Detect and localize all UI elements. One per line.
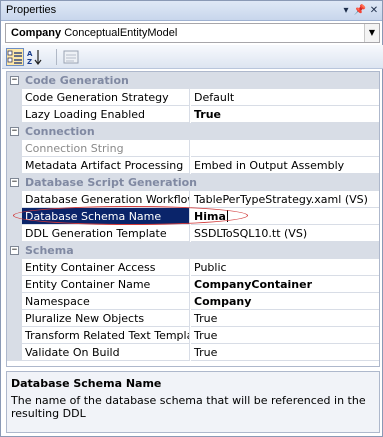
property-name[interactable]: Connection String xyxy=(22,140,190,157)
collapse-icon[interactable]: − xyxy=(10,127,19,136)
property-name[interactable]: Namespace xyxy=(22,293,190,310)
property-row[interactable]: Connection String xyxy=(7,140,379,157)
row-margin xyxy=(7,140,22,157)
property-value-text: Company xyxy=(194,295,252,308)
property-row[interactable]: Metadata Artifact Processing Embed in Out… xyxy=(7,157,379,174)
row-margin xyxy=(7,259,22,276)
property-value-text: True xyxy=(194,329,218,342)
category-row[interactable]: − Schema xyxy=(7,242,379,259)
collapse-icon[interactable]: − xyxy=(10,178,19,187)
toolbar-separator xyxy=(56,49,57,65)
description-title: Database Schema Name xyxy=(11,377,162,390)
row-margin xyxy=(7,293,22,310)
property-value-text: True xyxy=(194,346,218,359)
row-margin xyxy=(7,310,22,327)
row-margin xyxy=(7,344,22,361)
row-margin xyxy=(7,327,22,344)
category-name: Code Generation xyxy=(25,74,129,87)
svg-text:Z: Z xyxy=(27,58,32,66)
category-row[interactable]: − Code Generation xyxy=(7,72,379,89)
property-value[interactable]: True xyxy=(191,106,379,123)
row-margin xyxy=(7,225,22,242)
property-value-text: Hima xyxy=(194,210,226,223)
property-value[interactable]: CompanyContainer xyxy=(191,276,379,293)
property-value[interactable]: Public xyxy=(191,259,379,276)
selected-object-name: Company xyxy=(11,27,62,39)
property-name[interactable]: Lazy Loading Enabled xyxy=(22,106,190,123)
collapse-icon[interactable]: − xyxy=(10,246,19,255)
category-name: Connection xyxy=(25,125,95,138)
property-row[interactable]: Pluralize New Objects True xyxy=(7,310,379,327)
property-value-text: True xyxy=(194,108,222,121)
object-selector[interactable]: Company ConceptualEntityModel ▼ xyxy=(5,23,380,43)
property-value[interactable]: Company xyxy=(191,293,379,310)
property-value[interactable]: TablePerTypeStrategy.xaml (VS) xyxy=(191,191,379,208)
property-name[interactable]: Metadata Artifact Processing xyxy=(22,157,190,174)
property-value[interactable]: True xyxy=(191,344,379,361)
categorized-view-icon[interactable] xyxy=(6,48,24,66)
property-pages-icon[interactable] xyxy=(62,48,80,66)
property-row[interactable]: DDL Generation Template SSDLToSQL10.tt (V… xyxy=(7,225,379,242)
property-value-editor[interactable]: Hima xyxy=(191,208,379,225)
property-value[interactable] xyxy=(191,140,379,157)
properties-toolbar: A Z xyxy=(2,45,383,69)
row-margin xyxy=(7,157,22,174)
property-row[interactable]: Entity Container Name CompanyContainer xyxy=(7,276,379,293)
property-name[interactable]: Entity Container Name xyxy=(22,276,190,293)
property-row[interactable]: Code Generation Strategy Default xyxy=(7,89,379,106)
property-name[interactable]: Database Schema Name xyxy=(22,208,190,225)
property-value[interactable]: SSDLToSQL10.tt (VS) xyxy=(191,225,379,242)
alphabetical-sort-icon[interactable]: A Z xyxy=(26,48,44,66)
row-margin xyxy=(7,89,22,106)
property-grid: − Code Generation Code Generation Strategy… xyxy=(6,71,380,367)
category-row[interactable]: − Database Script Generation xyxy=(7,174,379,191)
property-name[interactable]: Validate On Build xyxy=(22,344,190,361)
property-row[interactable]: Database Generation Workflow TablePerType… xyxy=(7,191,379,208)
property-value[interactable]: True xyxy=(191,327,379,344)
property-value-text: Embed in Output Assembly xyxy=(194,159,345,172)
category-name: Database Script Generation xyxy=(25,176,198,189)
property-row[interactable]: Validate On Build True xyxy=(7,344,379,361)
property-row[interactable]: Lazy Loading Enabled True xyxy=(7,106,379,123)
property-value-text: True xyxy=(194,312,218,325)
properties-window: Properties ▾ 📌 ✕ Company ConceptualEntit… xyxy=(0,0,383,437)
property-row[interactable]: Namespace Company xyxy=(7,293,379,310)
property-name[interactable]: Code Generation Strategy xyxy=(22,89,190,106)
property-value-text: TablePerTypeStrategy.xaml (VS) xyxy=(194,193,368,206)
property-value-text: Default xyxy=(194,91,235,104)
property-name[interactable]: DDL Generation Template xyxy=(22,225,190,242)
property-value[interactable]: Default xyxy=(191,89,379,106)
row-margin xyxy=(7,208,22,225)
category-name: Schema xyxy=(25,244,74,257)
pin-icon[interactable]: 📌 xyxy=(353,3,367,18)
property-value[interactable]: True xyxy=(191,310,379,327)
property-row[interactable]: Database Schema Name Hima xyxy=(7,208,379,225)
property-name[interactable]: Pluralize New Objects xyxy=(22,310,190,327)
property-name[interactable]: Entity Container Access xyxy=(22,259,190,276)
collapse-icon[interactable]: − xyxy=(10,76,19,85)
property-value-text: SSDLToSQL10.tt (VS) xyxy=(194,227,308,240)
row-margin xyxy=(7,191,22,208)
title-bar: Properties ▾ 📌 ✕ xyxy=(1,1,382,21)
svg-text:A: A xyxy=(27,50,33,58)
row-margin xyxy=(7,106,22,123)
selected-object-type: ConceptualEntityModel xyxy=(64,27,178,39)
chevron-down-icon[interactable]: ▼ xyxy=(364,24,379,42)
property-row[interactable]: Transform Related Text Templates True xyxy=(7,327,379,344)
dropdown-arrow-icon[interactable]: ▾ xyxy=(339,3,353,18)
close-icon[interactable]: ✕ xyxy=(367,3,381,18)
property-row[interactable]: Entity Container Access Public xyxy=(7,259,379,276)
description-text: The name of the database schema that wil… xyxy=(11,394,366,420)
property-value-text: Public xyxy=(194,261,227,274)
property-name[interactable]: Database Generation Workflow xyxy=(22,191,190,208)
property-value-text: CompanyContainer xyxy=(194,278,313,291)
text-caret xyxy=(226,210,228,222)
property-value[interactable]: Embed in Output Assembly xyxy=(191,157,379,174)
description-pane: Database Schema Name The name of the dat… xyxy=(6,371,380,433)
row-margin xyxy=(7,276,22,293)
window-title: Properties xyxy=(6,4,57,16)
property-name[interactable]: Transform Related Text Templates xyxy=(22,327,190,344)
category-row[interactable]: − Connection xyxy=(7,123,379,140)
